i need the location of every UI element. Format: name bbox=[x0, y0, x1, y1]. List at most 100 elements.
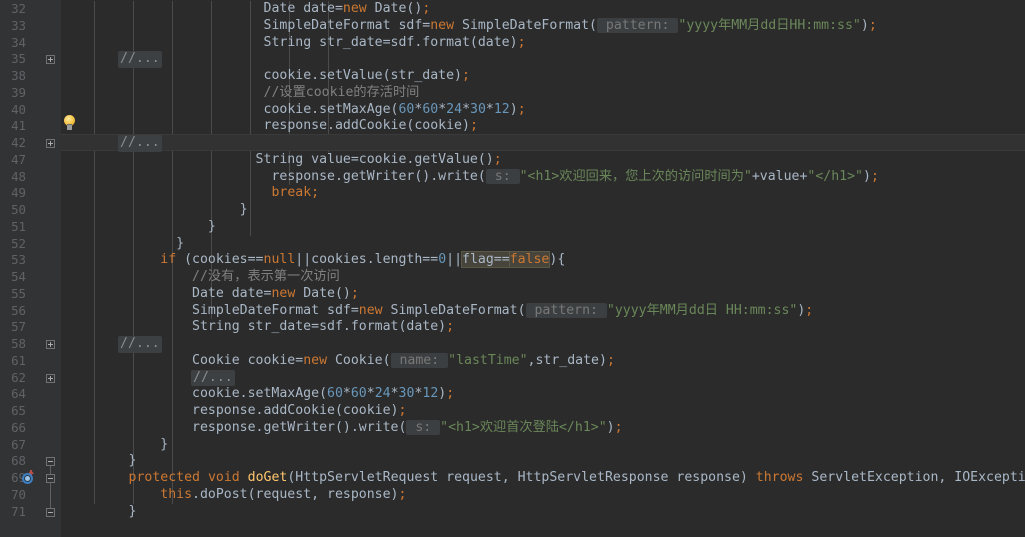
code-line-text: } bbox=[125, 453, 137, 470]
fold-expand-icon[interactable] bbox=[46, 139, 55, 148]
code-token: ; bbox=[446, 319, 455, 335]
code-line[interactable]: //... bbox=[61, 336, 1025, 353]
code-token: 24 bbox=[446, 101, 463, 117]
code-line[interactable]: cookie.setMaxAge(60*60*24*30*12); bbox=[61, 102, 1025, 119]
line-number[interactable]: 57 bbox=[0, 319, 26, 336]
intention-bulb-icon[interactable] bbox=[63, 115, 76, 131]
code-line[interactable]: response.addCookie(cookie); bbox=[61, 403, 1025, 420]
code-line[interactable]: response.addCookie(cookie); bbox=[61, 118, 1025, 135]
line-number[interactable]: 41 bbox=[0, 118, 26, 135]
code-line[interactable]: } bbox=[61, 202, 1025, 219]
code-line[interactable]: } bbox=[61, 504, 1025, 521]
line-number[interactable]: 62 bbox=[0, 370, 26, 387]
line-number[interactable]: 65 bbox=[0, 403, 26, 420]
code-line[interactable]: Date date=new Date(); bbox=[61, 286, 1025, 303]
override-method-icon[interactable] bbox=[21, 470, 37, 486]
fold-collapse-icon[interactable] bbox=[46, 457, 55, 467]
code-token: 30 bbox=[398, 386, 415, 402]
code-token: ; bbox=[350, 285, 359, 301]
code-line[interactable]: //... bbox=[61, 135, 1025, 152]
line-number[interactable]: 51 bbox=[0, 219, 26, 236]
code-line-text: cookie.setMaxAge(60*60*24*30*12); bbox=[260, 102, 526, 119]
code-line[interactable]: Cookie cookie=new Cookie( name: "lastTim… bbox=[61, 352, 1025, 370]
code-token: new bbox=[271, 285, 296, 301]
code-line-text: //没有，表示第一次访问 bbox=[188, 269, 340, 286]
code-token: false bbox=[509, 252, 550, 268]
fold-expand-icon[interactable] bbox=[46, 55, 55, 65]
code-line[interactable]: } bbox=[61, 453, 1025, 470]
code-token: 60 bbox=[350, 386, 367, 402]
code-line[interactable]: String str_date=sdf.format(date); bbox=[61, 319, 1025, 336]
code-line-text: response.getWriter().write( s: "<h1>欢迎回来… bbox=[267, 168, 879, 186]
line-number[interactable]: 33 bbox=[0, 18, 26, 35]
code-line[interactable]: if (cookies==null||cookies.length==0||fl… bbox=[61, 252, 1025, 269]
code-token: new bbox=[430, 17, 455, 33]
code-token: ; bbox=[462, 68, 470, 83]
code-line[interactable]: SimpleDateFormat sdf=new SimpleDateForma… bbox=[61, 302, 1025, 320]
code-line[interactable]: } bbox=[61, 236, 1025, 253]
line-number[interactable]: 55 bbox=[0, 286, 26, 303]
line-number[interactable]: 56 bbox=[0, 303, 26, 320]
code-viewport[interactable]: Date date=new Date(); SimpleDateFormat sd… bbox=[61, 0, 1025, 537]
folded-code-placeholder[interactable]: //... bbox=[118, 135, 162, 152]
folded-code-placeholder[interactable]: //... bbox=[118, 51, 162, 68]
line-number[interactable]: 35 bbox=[0, 51, 26, 68]
fold-expand-icon[interactable] bbox=[46, 340, 55, 349]
folded-code-placeholder[interactable]: //... bbox=[191, 369, 235, 387]
code-token: void bbox=[207, 470, 240, 485]
code-editor[interactable]: Date date=new Date(); SimpleDateFormat sd… bbox=[0, 0, 1025, 537]
line-number[interactable]: 66 bbox=[0, 420, 26, 437]
line-number[interactable]: 42 bbox=[0, 135, 26, 152]
code-line[interactable]: response.getWriter().write( s: "<h1>欢迎回来… bbox=[61, 168, 1025, 186]
code-line[interactable]: this.doPost(request, response); bbox=[61, 487, 1025, 504]
code-line[interactable]: cookie.setValue(str_date); bbox=[61, 68, 1025, 85]
code-line[interactable]: cookie.setMaxAge(60*60*24*30*12); bbox=[61, 386, 1025, 403]
line-number[interactable]: 70 bbox=[0, 487, 26, 504]
line-number[interactable]: 34 bbox=[0, 35, 26, 52]
code-token: throws bbox=[755, 470, 804, 485]
code-line[interactable]: Date date=new Date(); bbox=[61, 1, 1025, 18]
line-number[interactable]: 58 bbox=[0, 336, 26, 353]
code-line[interactable]: break; bbox=[61, 185, 1025, 202]
editor-gutter[interactable]: 32 33 34 35 38 39 40 41 42 47 48 49 50 51 52 53 54 55 56 57… bbox=[0, 0, 61, 537]
code-token: Date date= bbox=[263, 1, 343, 16]
code-token: * bbox=[390, 386, 399, 402]
fold-collapse-icon[interactable] bbox=[46, 507, 55, 517]
code-line[interactable]: } bbox=[61, 219, 1025, 236]
line-number[interactable]: 40 bbox=[0, 102, 26, 119]
code-line[interactable]: //没有，表示第一次访问 bbox=[61, 269, 1025, 286]
line-number[interactable]: 53 bbox=[0, 252, 26, 269]
code-line[interactable]: String str_date=sdf.format(date); bbox=[61, 35, 1025, 52]
code-token: new bbox=[358, 302, 383, 318]
line-number[interactable]: 67 bbox=[0, 437, 26, 454]
line-number[interactable]: 52 bbox=[0, 236, 26, 253]
code-line[interactable]: String value=cookie.getValue(); bbox=[61, 152, 1025, 169]
fold-expand-icon[interactable] bbox=[46, 373, 55, 383]
line-number[interactable]: 68 bbox=[0, 453, 26, 470]
line-number[interactable]: 49 bbox=[0, 185, 26, 202]
line-number[interactable]: 48 bbox=[0, 169, 26, 186]
line-number[interactable]: 38 bbox=[0, 68, 26, 85]
code-line[interactable]: protected void doGet(HttpServletRequest … bbox=[61, 470, 1025, 487]
line-number[interactable]: 32 bbox=[0, 1, 26, 18]
line-number[interactable]: 54 bbox=[0, 269, 26, 286]
code-line[interactable]: //设置cookie的存活时间 bbox=[61, 85, 1025, 102]
code-line[interactable]: } bbox=[61, 437, 1025, 454]
code-line[interactable]: //... bbox=[61, 51, 1025, 68]
code-line[interactable]: SimpleDateFormat sdf=new SimpleDateForma… bbox=[61, 17, 1025, 35]
code-token: cookie.setMaxAge( bbox=[263, 101, 399, 117]
line-number[interactable]: 50 bbox=[0, 202, 26, 219]
code-line[interactable]: //... bbox=[61, 369, 1025, 387]
line-number[interactable]: 64 bbox=[0, 386, 26, 403]
line-number[interactable]: 71 bbox=[0, 504, 26, 521]
folded-code-placeholder[interactable]: //... bbox=[118, 336, 162, 353]
code-line-text: } bbox=[172, 236, 184, 253]
code-token: SimpleDateFormat sdf= bbox=[263, 17, 431, 33]
line-number[interactable]: 61 bbox=[0, 353, 26, 370]
line-number[interactable]: 39 bbox=[0, 85, 26, 102]
line-number[interactable]: 47 bbox=[0, 152, 26, 169]
code-token: s: bbox=[485, 168, 520, 184]
code-token: * bbox=[485, 101, 494, 117]
fold-collapse-icon[interactable] bbox=[46, 474, 55, 483]
code-line[interactable]: response.getWriter().write( s: "<h1>欢迎首次… bbox=[61, 419, 1025, 437]
